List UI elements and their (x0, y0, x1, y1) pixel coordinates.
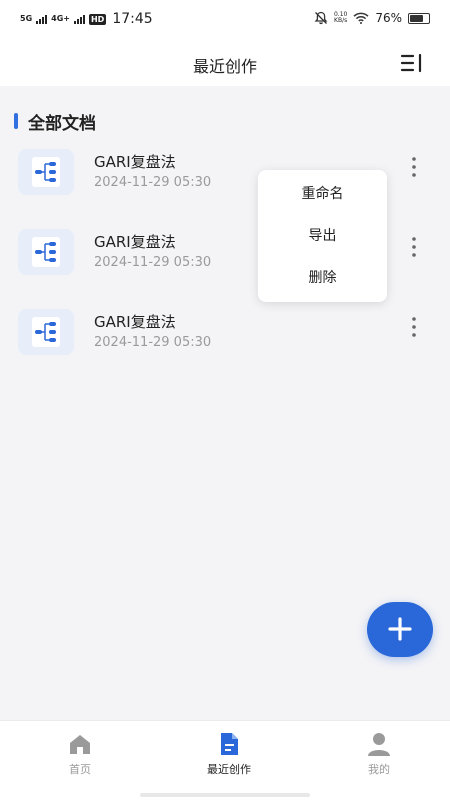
add-document-button[interactable] (367, 602, 433, 657)
menu-icon[interactable] (400, 52, 424, 74)
document-item[interactable]: GARI复盘法 2024-11-29 05:30 (0, 309, 450, 369)
document-name: GARI复盘法 (94, 153, 176, 171)
document-name: GARI复盘法 (94, 313, 176, 331)
rename-menu-item[interactable]: 重命名 (258, 174, 387, 214)
plus-icon (388, 617, 412, 641)
battery-percent: 76% (375, 11, 402, 25)
tab-recent-label: 最近创作 (207, 763, 251, 776)
user-icon (368, 733, 390, 756)
tab-recent[interactable]: 最近创作 (184, 731, 274, 787)
document-icon (221, 733, 238, 755)
more-vertical-icon[interactable] (408, 315, 420, 339)
mindmap-icon (35, 242, 56, 262)
more-vertical-icon[interactable] (408, 235, 420, 259)
section-header: 全部文档 (14, 110, 96, 134)
home-indicator (140, 793, 310, 797)
section-title: 全部文档 (28, 113, 96, 134)
status-left: 5G 4G+ HD 17:45 (20, 11, 153, 27)
tab-profile-label: 我的 (368, 763, 390, 776)
document-thumbnail (18, 149, 74, 195)
document-thumbnail (18, 309, 74, 355)
mindmap-icon (35, 162, 56, 182)
document-name: GARI复盘法 (94, 233, 176, 251)
network-5g-label: 5G (20, 14, 33, 23)
signal-icon-2 (73, 14, 85, 24)
document-thumbnail (18, 229, 74, 275)
tab-home-label: 首页 (69, 763, 91, 776)
network-speed: 0.10 KB/s (334, 12, 347, 24)
document-date: 2024-11-29 05:30 (94, 335, 212, 350)
page-title: 最近创作 (192, 57, 257, 76)
status-bar: 5G 4G+ HD 17:45 0.10 KB/s 76% (0, 0, 450, 40)
section-accent-bar (14, 113, 18, 129)
status-time: 17:45 (112, 11, 153, 27)
home-icon (70, 735, 90, 754)
wifi-icon (353, 12, 369, 24)
more-vertical-icon[interactable] (408, 155, 420, 179)
network-4g-label: 4G+ (51, 14, 70, 23)
signal-icon (36, 14, 48, 24)
status-right: 0.10 KB/s 76% (314, 11, 430, 25)
context-menu: 重命名 导出 删除 (258, 170, 387, 302)
app-header: 最近创作 (0, 40, 450, 86)
battery-icon (408, 12, 430, 24)
speed-unit: KB/s (334, 17, 348, 24)
hd-badge: HD (88, 13, 107, 25)
mute-bell-icon (314, 11, 328, 25)
document-date: 2024-11-29 05:30 (94, 175, 212, 190)
bottom-tab-bar: 首页 最近创作 我的 (0, 720, 450, 800)
tab-home[interactable]: 首页 (35, 731, 125, 787)
export-menu-item[interactable]: 导出 (258, 216, 387, 256)
document-date: 2024-11-29 05:30 (94, 255, 212, 270)
delete-menu-item[interactable]: 删除 (258, 258, 387, 298)
mindmap-icon (35, 322, 56, 342)
tab-profile[interactable]: 我的 (334, 731, 424, 787)
